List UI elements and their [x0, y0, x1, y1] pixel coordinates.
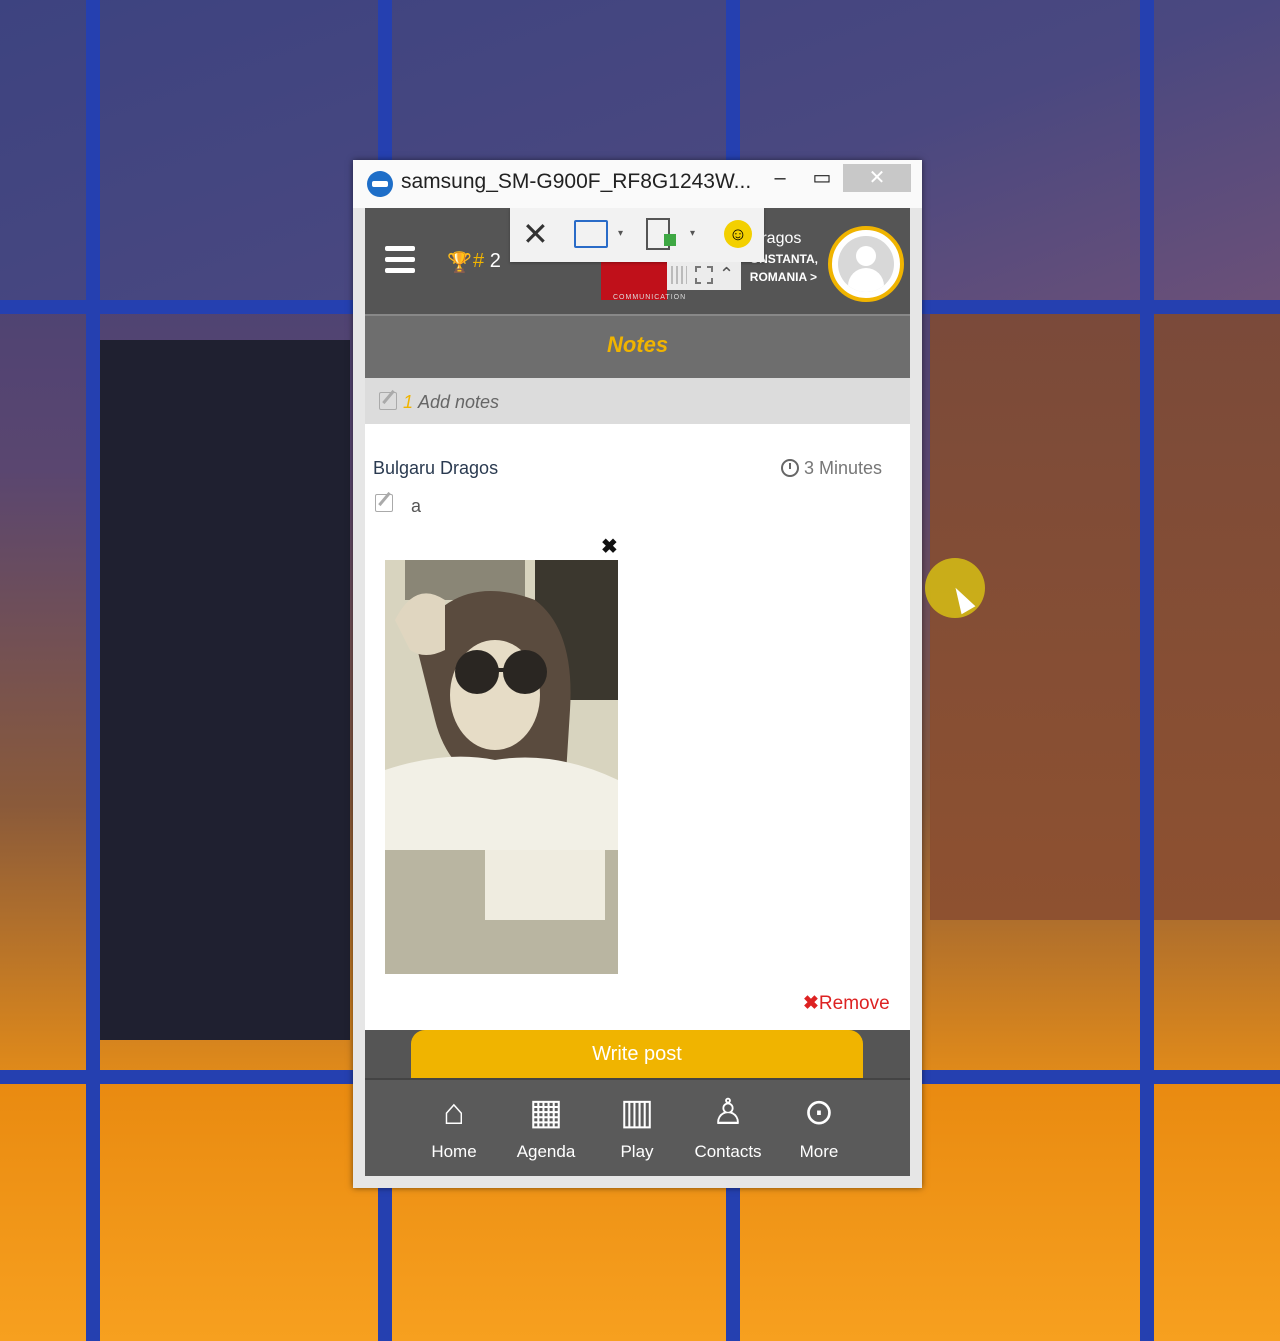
remove-label: Remove	[818, 993, 890, 1014]
add-notes-bar[interactable]: 1 Add notes	[365, 378, 910, 424]
nav-contacts-label: Contacts	[694, 1142, 762, 1161]
wallpaper-panel-right	[930, 300, 1280, 920]
remove-icon: ✖	[803, 993, 819, 1014]
calendar-icon: ▦	[528, 1091, 563, 1132]
add-contact-icon: ♙	[711, 1091, 745, 1132]
remove-image-icon[interactable]: ✖	[601, 534, 618, 559]
window-titlebar[interactable]: samsung_SM-G900F_RF8G1243W... – ▭ ✕	[353, 160, 922, 208]
trophy-icon: 🏆	[447, 252, 472, 274]
minimize-button[interactable]: –	[757, 164, 803, 192]
nav-agenda[interactable]: ▦ Agenda	[501, 1090, 591, 1162]
write-post-button[interactable]: Write post	[411, 1030, 863, 1078]
grid-icon[interactable]	[671, 266, 687, 284]
more-icon: ⊙	[803, 1091, 835, 1132]
logo-subtitle: COMMUNICATION	[613, 294, 687, 301]
user-country: ROMANIA >	[749, 270, 818, 284]
remove-button[interactable]: ✖Remove	[803, 992, 890, 1015]
file-transfer-icon[interactable]	[646, 218, 676, 250]
fullscreen-icon[interactable]	[695, 266, 713, 284]
chevron-down-icon[interactable]: ▾	[618, 228, 623, 239]
home-icon: ⌂	[443, 1091, 465, 1132]
nav-play[interactable]: ▥ Play	[592, 1090, 682, 1162]
add-notes-label: Add notes	[418, 392, 500, 412]
nav-home[interactable]: ⌂ Home	[409, 1090, 499, 1162]
chevron-up-icon[interactable]: ⌃	[719, 264, 734, 285]
write-post-bar: Write post	[365, 1030, 910, 1078]
rank-value: 2	[489, 250, 501, 272]
post-image	[385, 560, 618, 974]
device-window: samsung_SM-G900F_RF8G1243W... – ▭ ✕ 🏆 # …	[353, 160, 922, 1188]
close-session-icon[interactable]: ✕	[522, 218, 549, 250]
teamviewer-icon	[367, 171, 393, 197]
nav-contacts[interactable]: ♙ Contacts	[683, 1090, 773, 1162]
post-text: a	[411, 496, 422, 516]
wallpaper-frame	[86, 0, 100, 1341]
avatar[interactable]	[828, 226, 904, 302]
close-button[interactable]: ✕	[843, 164, 911, 192]
remote-subbar: ⌃	[667, 262, 741, 290]
nav-more-label: More	[799, 1142, 839, 1161]
section-header: Notes	[365, 314, 910, 378]
nav-agenda-label: Agenda	[516, 1142, 576, 1161]
phone-screen: 🏆 # 2 COMMUNICATION Dragos ONSTANTA, ROM…	[365, 208, 910, 1176]
remote-control-icon[interactable]	[574, 220, 608, 248]
clock-icon	[781, 459, 799, 477]
nav-home-label: Home	[431, 1142, 477, 1161]
maximize-button[interactable]: ▭	[799, 164, 845, 192]
user-placeholder-icon	[838, 236, 894, 292]
rank: # 2	[473, 250, 501, 273]
bottom-nav: ⌂ Home ▦ Agenda ▥ Play ♙ Contacts ⊙ More	[365, 1078, 910, 1176]
wallpaper-dark-window	[100, 340, 350, 1040]
smiley-icon[interactable]: ☺	[724, 220, 752, 248]
window-title: samsung_SM-G900F_RF8G1243W...	[401, 170, 752, 193]
wallpaper-frame	[1140, 0, 1154, 1341]
remote-toolbar: ✕ ▾ ▾ ☺	[510, 208, 764, 262]
rank-hash: #	[473, 250, 485, 272]
post-author[interactable]: Bulgaru Dragos	[373, 458, 498, 479]
post-time: 3 Minutes	[804, 458, 883, 478]
chevron-down-icon[interactable]: ▾	[690, 228, 695, 239]
page-title: Notes	[606, 332, 669, 357]
menu-icon[interactable]	[385, 246, 415, 274]
nav-play-label: Play	[620, 1142, 654, 1161]
edit-icon	[379, 392, 397, 410]
edit-post-icon[interactable]	[375, 494, 393, 512]
notes-count: 1	[403, 392, 414, 412]
building-icon: ▥	[619, 1091, 654, 1132]
photo-illustration	[385, 560, 618, 974]
nav-more[interactable]: ⊙ More	[774, 1090, 864, 1162]
